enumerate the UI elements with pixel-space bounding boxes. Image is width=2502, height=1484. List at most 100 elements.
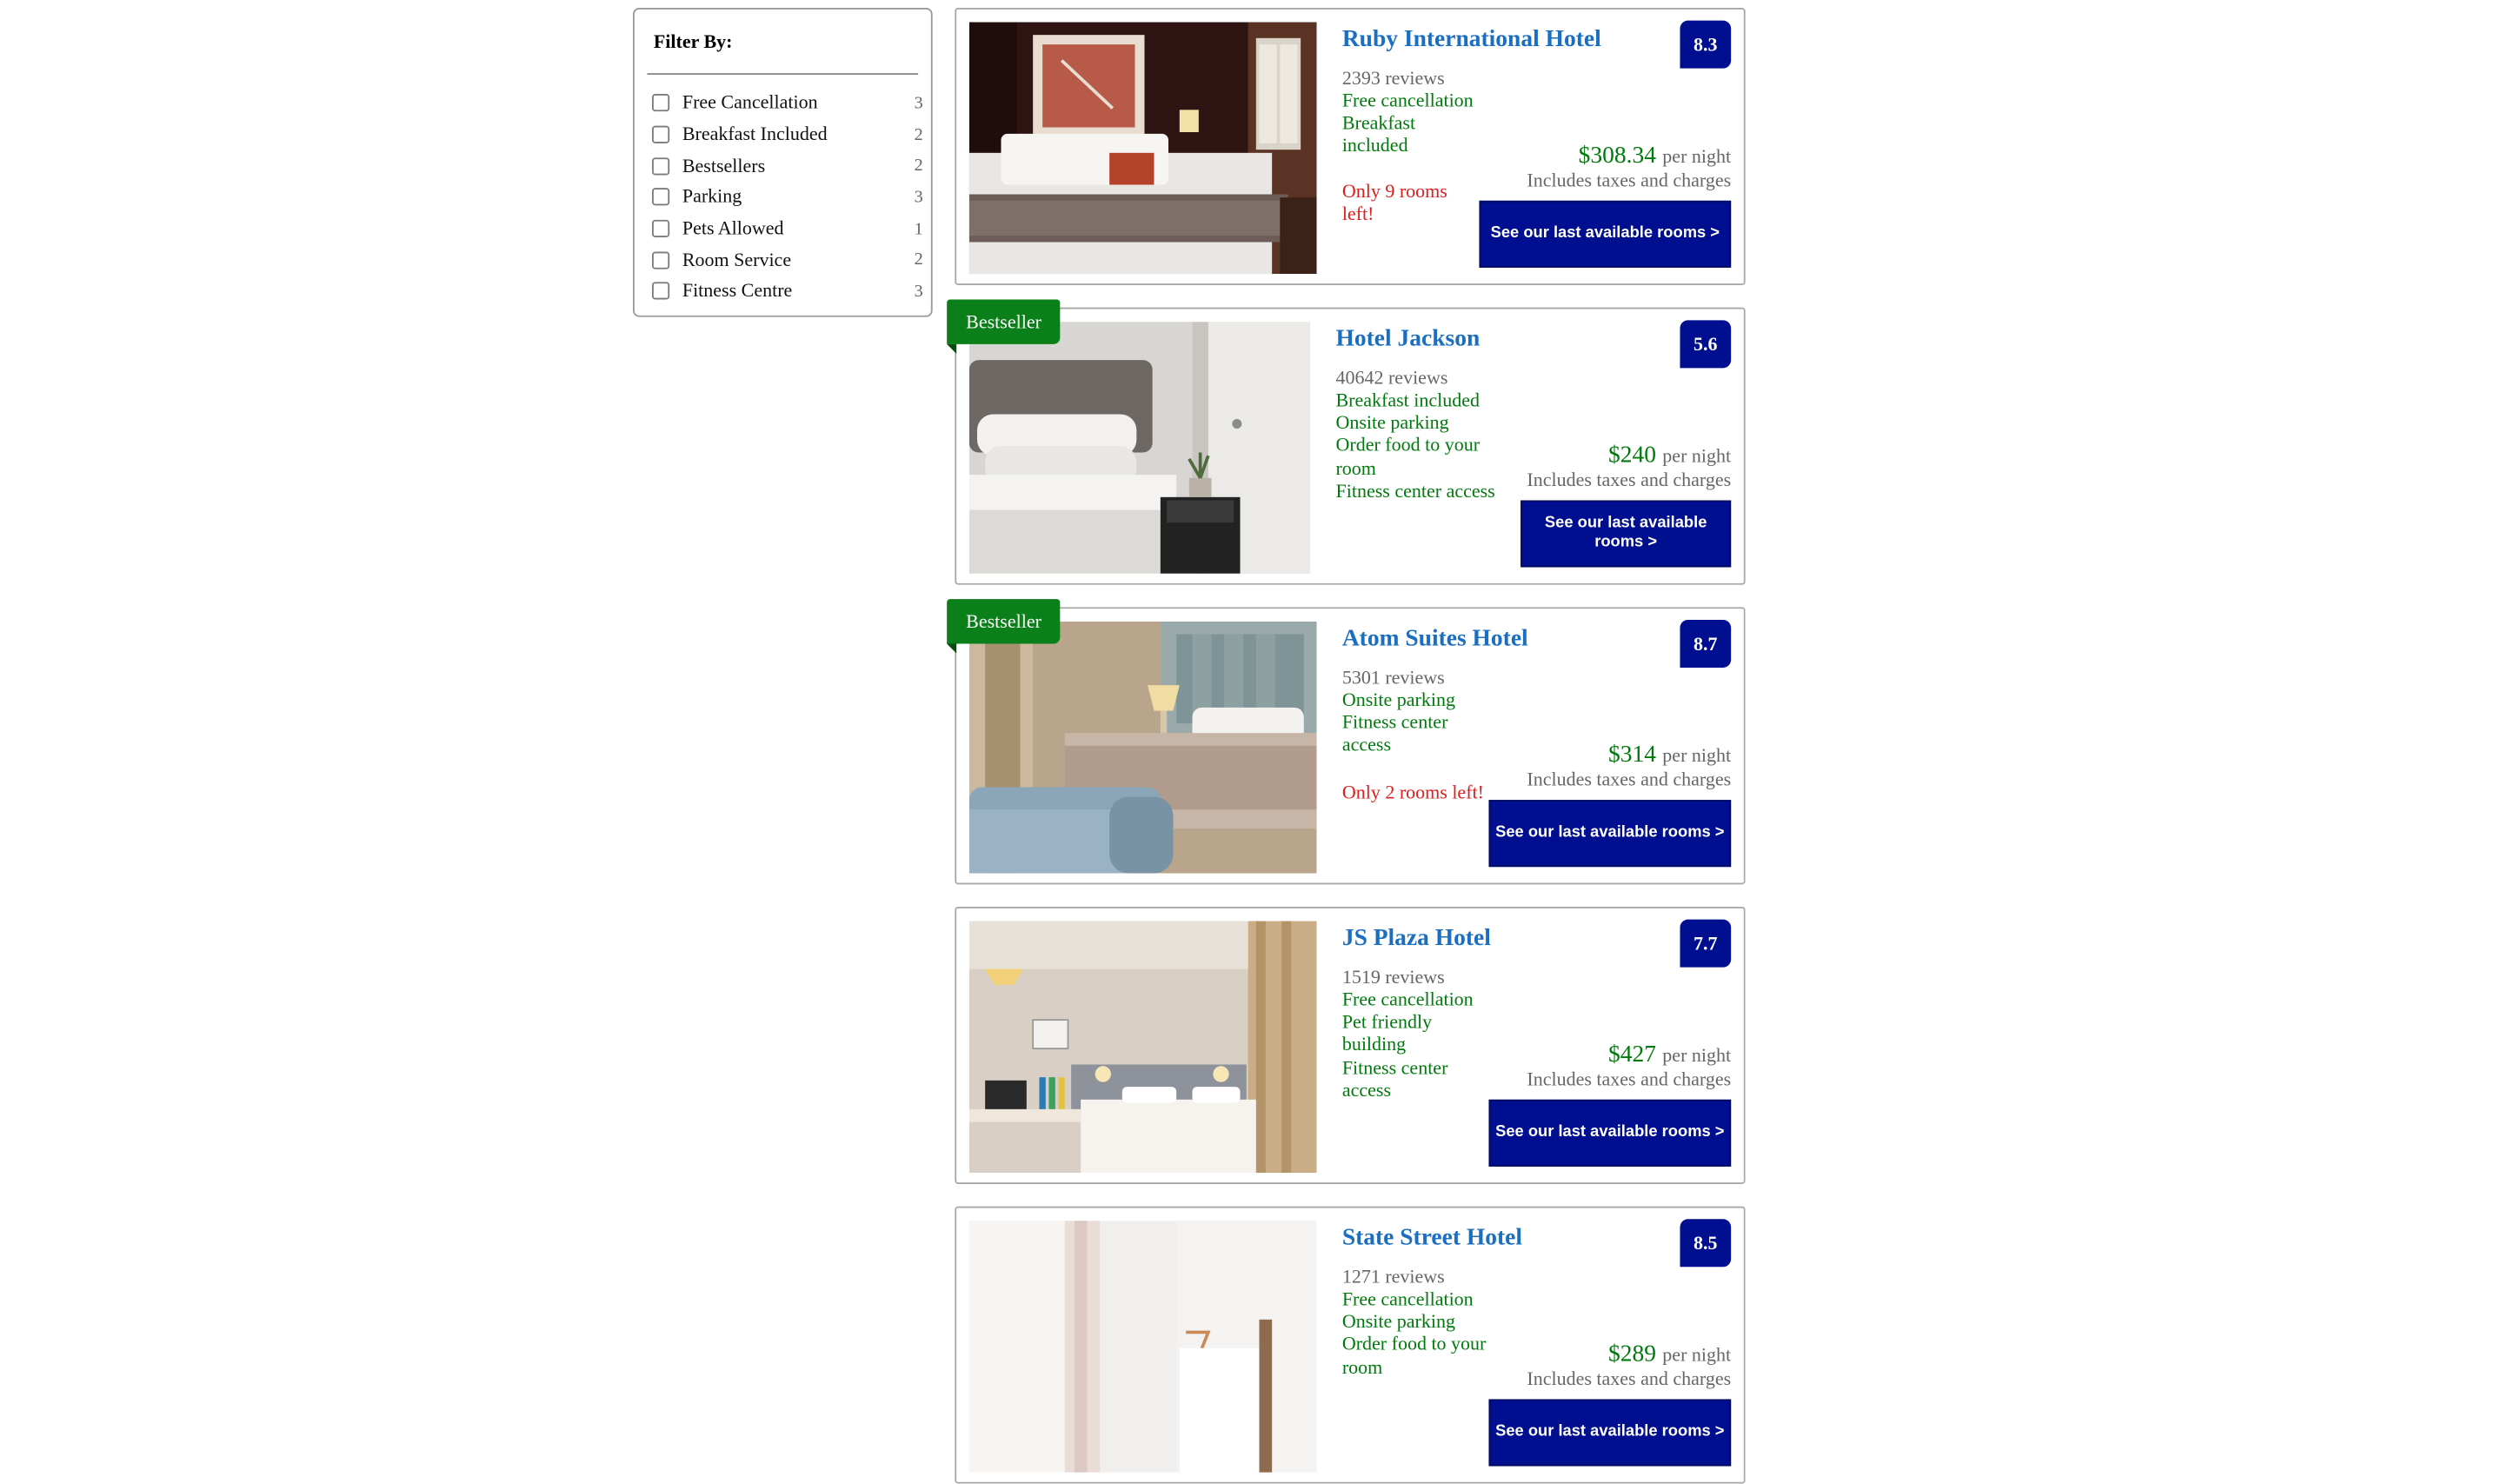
filter-option-breakfast-included[interactable]: Breakfast Included 2 (651, 119, 923, 150)
checkbox[interactable] (651, 156, 670, 175)
filter-count: 2 (914, 124, 923, 144)
see-rooms-button[interactable]: See our last available rooms > (1488, 1399, 1732, 1467)
see-rooms-button[interactable]: See our last available rooms > (1479, 200, 1732, 268)
taxes-note: Includes taxes and charges (1527, 768, 1732, 791)
amenity-item: Free cancellation (1341, 1288, 1474, 1310)
review-count: 1519 reviews (1341, 965, 1445, 988)
filter-title: Filter By: (653, 30, 733, 53)
price: $240 (1607, 443, 1656, 469)
amenity-list: Onsite parking Fitness center access (1342, 689, 1470, 756)
amenity-item: Order food to your room (1341, 1333, 1487, 1378)
filter-label: Free Cancellation (682, 90, 818, 114)
filter-option-parking[interactable]: Parking 3 (651, 182, 923, 213)
amenity-item: Fitness center access (1335, 479, 1495, 502)
filter-option-pets-allowed[interactable]: Pets Allowed 1 (651, 213, 923, 244)
amenity-item: Order food to your room (1335, 434, 1481, 479)
hotel-info: Ruby International Hotel 2393 reviews Fr… (1341, 27, 1601, 224)
amenity-list: Free cancellation Breakfast included (1342, 89, 1486, 156)
price-line: $240 per night (1527, 443, 1731, 468)
per-night: per night (1662, 144, 1732, 168)
amenity-item: Fitness center access (1341, 1055, 1448, 1101)
hotel-room-image (968, 621, 1317, 874)
filter-option-room-service[interactable]: Room Service 2 (651, 244, 923, 276)
price: $314 (1607, 742, 1656, 769)
hotel-card: JS Plaza Hotel 1519 reviews Free cancell… (955, 906, 1746, 1184)
filter-panel: Filter By: Free Cancellation 3 Breakfast… (633, 8, 933, 317)
hotel-photo[interactable] (968, 322, 1311, 574)
filter-count: 3 (914, 282, 923, 302)
filter-option-free-cancellation[interactable]: Free Cancellation 3 (651, 88, 923, 119)
amenity-item: Fitness center access (1341, 710, 1448, 756)
review-score: 7.7 (1680, 919, 1732, 968)
amenity-list: Free cancellation Pet friendly building … (1341, 988, 1474, 1101)
checkbox[interactable] (651, 251, 670, 270)
checkbox[interactable] (651, 188, 670, 207)
hotel-photo[interactable] (968, 22, 1317, 275)
price-line: $314 per night (1527, 742, 1731, 768)
filter-label: Fitness Centre (682, 279, 793, 303)
see-rooms-button[interactable]: See our last available rooms > (1520, 500, 1732, 568)
hotel-room-image (968, 22, 1317, 275)
amenity-list: Breakfast included Onsite parking Order … (1335, 389, 1511, 502)
checkbox[interactable] (651, 94, 670, 112)
hotel-name[interactable]: Atom Suites Hotel (1342, 626, 1549, 653)
hotel-card: Bestseller (947, 599, 1746, 885)
review-count: 40642 reviews (1335, 366, 1448, 389)
taxes-note: Includes taxes and charges (1527, 468, 1732, 491)
filter-count: 2 (914, 250, 923, 270)
filter-count: 2 (914, 156, 923, 176)
hotel-info: Hotel Jackson 40642 reviews Breakfast in… (1335, 327, 1511, 502)
filter-list: Free Cancellation 3 Breakfast Included 2… (651, 88, 923, 308)
price-block: $289 per night Includes taxes and charge… (1527, 1341, 1731, 1391)
hotel-photo[interactable] (968, 921, 1317, 1174)
rooms-left-alert: Only 9 rooms left! (1341, 179, 1447, 224)
hotel-info: JS Plaza Hotel 1519 reviews Free cancell… (1342, 926, 1549, 1101)
per-night: per night (1662, 444, 1732, 467)
price: $308.34 (1578, 143, 1656, 170)
amenity-item: Onsite parking (1341, 688, 1455, 711)
amenity-item: Free cancellation (1341, 89, 1474, 112)
amenity-item: Onsite parking (1335, 411, 1449, 434)
filter-count: 3 (914, 93, 923, 113)
hotel-name[interactable]: Hotel Jackson (1335, 327, 1511, 354)
review-score: 8.3 (1680, 20, 1732, 69)
per-night: per night (1662, 1043, 1732, 1067)
filter-option-bestsellers[interactable]: Bestsellers 2 (651, 150, 923, 182)
price-line: $289 per night (1527, 1341, 1731, 1367)
price-block: $427 per night Includes taxes and charge… (1527, 1042, 1731, 1092)
taxes-note: Includes taxes and charges (1527, 169, 1732, 191)
hotel-room-image (968, 1221, 1317, 1473)
hotel-photo[interactable] (968, 1221, 1317, 1473)
filter-option-fitness-centre[interactable]: Fitness Centre 3 (651, 276, 923, 307)
review-count: 2393 reviews (1341, 66, 1445, 90)
see-rooms-button[interactable]: See our last available rooms > (1488, 1099, 1732, 1167)
amenity-item: Pet friendly building (1341, 1010, 1433, 1056)
hotel-name[interactable]: State Street Hotel (1342, 1226, 1549, 1253)
hotel-name[interactable]: Ruby International Hotel (1342, 27, 1601, 54)
review-count: 1271 reviews (1341, 1265, 1445, 1288)
taxes-note: Includes taxes and charges (1527, 1068, 1732, 1090)
price: $427 (1607, 1041, 1656, 1068)
checkbox[interactable] (651, 125, 670, 143)
amenity-item: Breakfast included (1335, 389, 1481, 411)
checkbox[interactable] (651, 220, 670, 238)
bestseller-badge: Bestseller (947, 599, 1061, 654)
review-count: 5301 reviews (1341, 666, 1445, 689)
filter-label: Pets Allowed (682, 216, 784, 240)
hotel-photo[interactable] (968, 621, 1317, 874)
price-block: $240 per night Includes taxes and charge… (1527, 443, 1731, 492)
checkbox[interactable] (651, 283, 670, 301)
hotel-info: Atom Suites Hotel 5301 reviews Onsite pa… (1342, 626, 1549, 802)
hotel-name[interactable]: JS Plaza Hotel (1342, 926, 1549, 953)
filter-label: Breakfast Included (682, 123, 828, 145)
filter-count: 3 (914, 187, 923, 207)
amenity-item: Breakfast included (1341, 111, 1416, 157)
price-line: $427 per night (1527, 1042, 1731, 1068)
price-block: $314 per night Includes taxes and charge… (1527, 742, 1731, 792)
see-rooms-button[interactable]: See our last available rooms > (1488, 800, 1732, 868)
review-score: 8.7 (1680, 619, 1732, 668)
price-block: $308.34 per night Includes taxes and cha… (1527, 143, 1731, 193)
review-score: 5.6 (1680, 320, 1732, 369)
price: $289 (1607, 1341, 1656, 1368)
hotel-card: State Street Hotel 1271 reviews Free can… (955, 1206, 1746, 1484)
